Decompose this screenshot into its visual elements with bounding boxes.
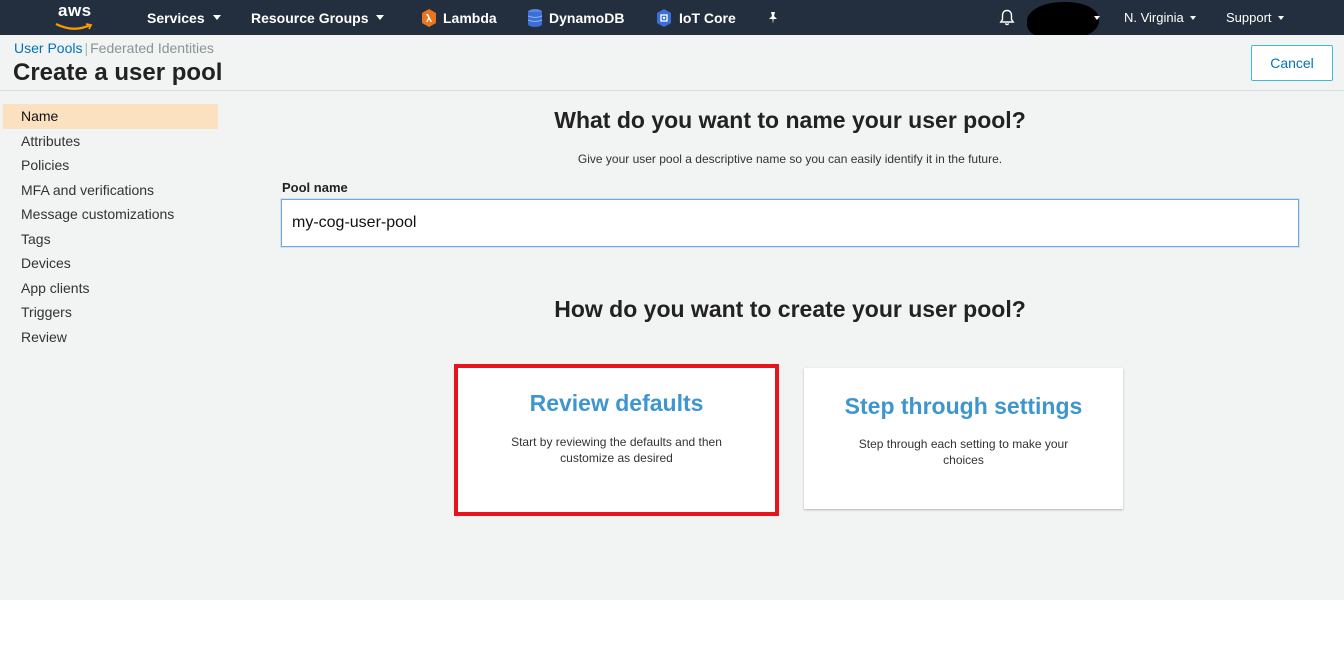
chevron-down-icon [1189, 15, 1196, 20]
region-menu[interactable]: N. Virginia [1124, 0, 1196, 35]
chevron-down-icon [376, 15, 385, 20]
support-label: Support [1226, 10, 1272, 25]
step-through-settings-option[interactable]: Step through settings Step through each … [804, 368, 1123, 509]
review-defaults-description: Start by reviewing the defaults and then… [511, 435, 722, 465]
lambda-label: Lambda [443, 9, 497, 26]
bell-icon [999, 9, 1015, 26]
sidebar-item-name[interactable]: Name [3, 104, 218, 129]
sidebar-item-app-clients[interactable]: App clients [3, 276, 218, 301]
sidebar-item-triggers[interactable]: Triggers [3, 300, 218, 325]
page-title: Create a user pool [13, 59, 223, 86]
lambda-icon [422, 8, 436, 27]
dynamodb-label: DynamoDB [549, 9, 625, 26]
aws-logo[interactable]: aws [54, 1, 98, 31]
account-menu-caret[interactable] [1094, 0, 1100, 35]
support-menu[interactable]: Support [1226, 0, 1284, 35]
cancel-button[interactable]: Cancel [1251, 45, 1333, 81]
services-menu[interactable]: Services [147, 0, 221, 35]
chevron-down-icon [1277, 15, 1284, 20]
name-section-description: Give your user pool a descriptive name s… [577, 152, 1003, 166]
name-section-heading: What do you want to name your user pool? [554, 107, 1026, 133]
iot-core-label: IoT Core [679, 9, 736, 26]
tab-federated-identities[interactable]: Federated Identities [90, 40, 214, 56]
step-through-settings-title: Step through settings [844, 393, 1083, 419]
shortcut-lambda[interactable]: Lambda [421, 0, 497, 35]
tab-user-pools[interactable]: User Pools [14, 40, 82, 56]
review-defaults-option[interactable]: Review defaults Start by reviewing the d… [454, 364, 779, 516]
page-header: User Pools | Federated Identities Create a… [0, 35, 1344, 91]
aws-smile-icon [55, 23, 93, 30]
sidebar-item-message-customizations[interactable]: Message customizations [3, 202, 218, 227]
pool-name-input[interactable] [281, 199, 1299, 247]
pin-icon [769, 11, 777, 24]
resource-groups-label: Resource Groups [251, 9, 369, 26]
sidebar-item-mfa-and-verifications[interactable]: MFA and verifications [3, 178, 218, 203]
shortcut-dynamodb[interactable]: DynamoDB [527, 0, 624, 35]
sidebar-item-devices[interactable]: Devices [3, 251, 218, 276]
iot-core-icon [657, 8, 671, 27]
step-through-settings-description: Step through each setting to make your c… [858, 437, 1069, 467]
pool-name-label: Pool name [282, 180, 348, 195]
create-section-heading: How do you want to create your user pool… [554, 296, 1026, 322]
breadcrumb-divider: | [84, 40, 89, 56]
region-label: N. Virginia [1124, 10, 1184, 25]
chevron-down-icon [212, 15, 221, 20]
wizard-step-nav: Name Attributes Policies MFA and verific… [3, 104, 218, 349]
sidebar-item-policies[interactable]: Policies [3, 153, 218, 178]
shortcut-iot-core[interactable]: IoT Core [655, 0, 736, 35]
top-navigation-bar: aws Services Resource Groups Lambda Dyna… [0, 0, 1344, 40]
sidebar-item-tags[interactable]: Tags [3, 227, 218, 252]
breadcrumb: User Pools | Federated Identities [14, 40, 214, 56]
pin-shortcut-button[interactable] [766, 0, 780, 35]
dynamodb-icon [527, 8, 543, 27]
chevron-down-icon [1094, 15, 1100, 20]
sidebar-item-review[interactable]: Review [3, 325, 218, 350]
review-defaults-title: Review defaults [529, 390, 704, 416]
aws-logo-text: aws [58, 1, 92, 20]
notifications-button[interactable] [999, 0, 1015, 35]
resource-groups-menu[interactable]: Resource Groups [251, 0, 385, 35]
main-content: Name Attributes Policies MFA and verific… [0, 91, 1344, 600]
sidebar-item-attributes[interactable]: Attributes [3, 129, 218, 154]
services-label: Services [147, 9, 205, 26]
